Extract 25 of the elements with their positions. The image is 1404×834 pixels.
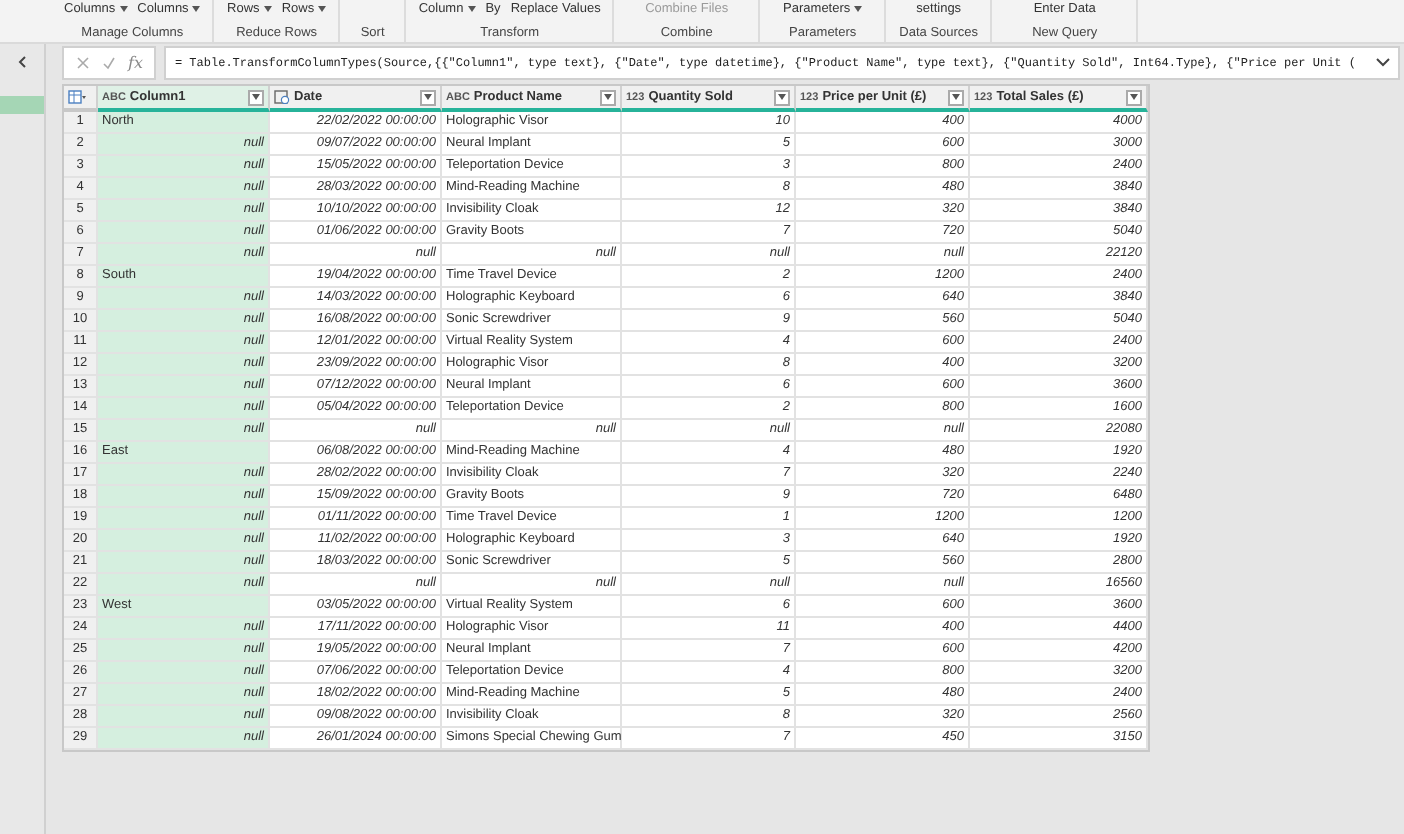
filter-button[interactable]	[248, 89, 264, 105]
table-menu[interactable]	[64, 86, 98, 112]
caret-icon	[192, 6, 201, 12]
function-button[interactable]: fx	[128, 54, 143, 72]
caret-icon	[854, 6, 863, 12]
filter-button[interactable]	[600, 89, 616, 105]
caret-icon	[252, 94, 260, 100]
filter-button[interactable]	[774, 89, 790, 105]
caret-icon	[1130, 94, 1138, 100]
caret-icon	[604, 94, 612, 100]
calendar-clock-icon	[274, 90, 290, 104]
caret-icon	[467, 6, 476, 12]
caret-icon	[318, 6, 327, 12]
caret-icon	[263, 6, 272, 12]
filter-button[interactable]	[948, 89, 964, 105]
expand-icon[interactable]	[1376, 58, 1390, 68]
filter-button[interactable]	[1126, 89, 1142, 105]
table-icon	[68, 90, 86, 104]
chevron-left-icon	[18, 56, 26, 68]
caret-icon	[424, 94, 432, 100]
caret-icon	[952, 94, 960, 100]
caret-icon	[778, 94, 786, 100]
check-icon[interactable]	[102, 56, 116, 70]
filter-button[interactable]	[420, 89, 436, 105]
caret-icon	[119, 6, 128, 12]
